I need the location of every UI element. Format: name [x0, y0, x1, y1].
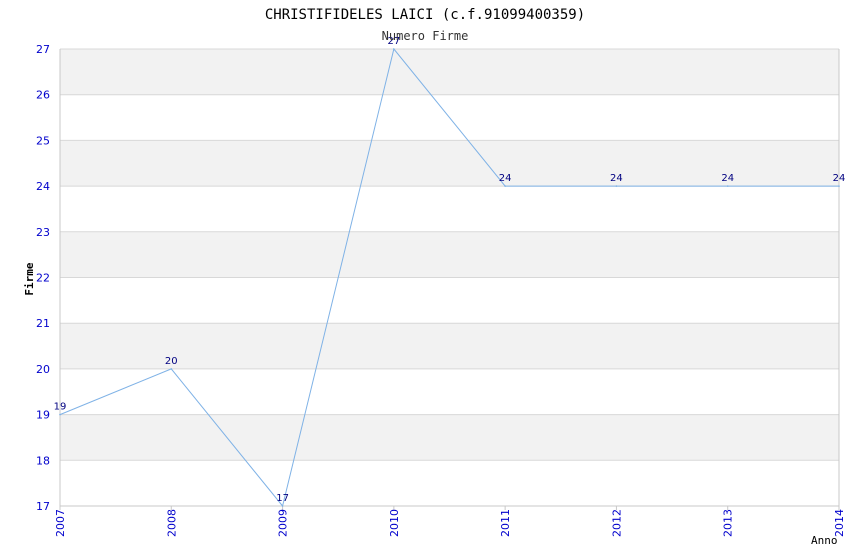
- data-point: [281, 505, 284, 507]
- grid-band: [60, 186, 839, 232]
- data-point: [726, 185, 729, 187]
- y-tick-labels: 17 18 19 20 21 22 23 24 25 26 27: [36, 43, 50, 513]
- x-tick-labels: 2007 2008 2009 2010 2011 2012 2013 2014: [54, 509, 846, 537]
- grid-band: [60, 277, 839, 324]
- data-label: 17: [276, 493, 289, 504]
- data-label: 24: [833, 173, 846, 184]
- grid-band: [60, 414, 839, 461]
- y-tick-label: 19: [36, 409, 50, 422]
- y-axis-label: Firme: [23, 262, 36, 295]
- data-label: 24: [610, 173, 623, 184]
- x-tick-label: 2012: [610, 509, 623, 537]
- x-tick-label: 2010: [388, 509, 401, 537]
- y-tick-label: 20: [36, 363, 50, 376]
- grid-band: [60, 49, 839, 95]
- grid-band: [60, 460, 839, 506]
- x-tick-label: 2011: [499, 509, 512, 537]
- data-point: [504, 185, 506, 187]
- x-tick-label: 2008: [165, 509, 178, 537]
- data-label: 24: [721, 173, 734, 184]
- x-tick-label: 2007: [54, 509, 67, 537]
- y-tick-label: 21: [36, 317, 50, 330]
- y-tick-label: 18: [36, 454, 50, 467]
- data-label: 24: [499, 173, 512, 184]
- line-chart: 1718192021222324252627 2007 2008 2009 2010 2…: [23, 7, 846, 547]
- data-point: [59, 413, 61, 416]
- y-tick-label: 17: [36, 500, 50, 513]
- data-point: [615, 185, 618, 187]
- x-tick-label: 2013: [722, 509, 735, 537]
- y-tick-label: 22: [36, 272, 50, 285]
- data-point: [838, 185, 840, 187]
- y-tick-label: 26: [36, 89, 50, 102]
- data-point: [393, 48, 395, 50]
- y-tick-label: 27: [36, 43, 50, 56]
- data-point: [170, 368, 173, 370]
- chart-title: CHRISTIFIDELES LAICI (c.f.91099400359): [265, 7, 585, 23]
- x-tick-label: 2014: [833, 509, 846, 537]
- x-axis-label: Anno: [811, 534, 838, 547]
- data-label: 19: [54, 402, 67, 413]
- data-label: 20: [165, 356, 178, 367]
- y-tick-label: 24: [36, 180, 50, 193]
- y-tick-label: 23: [36, 226, 50, 239]
- grid-band: [60, 231, 839, 278]
- chart-subtitle: Numero Firme: [382, 29, 469, 43]
- y-tick-label: 25: [36, 134, 50, 147]
- x-tick-label: 2009: [277, 509, 290, 537]
